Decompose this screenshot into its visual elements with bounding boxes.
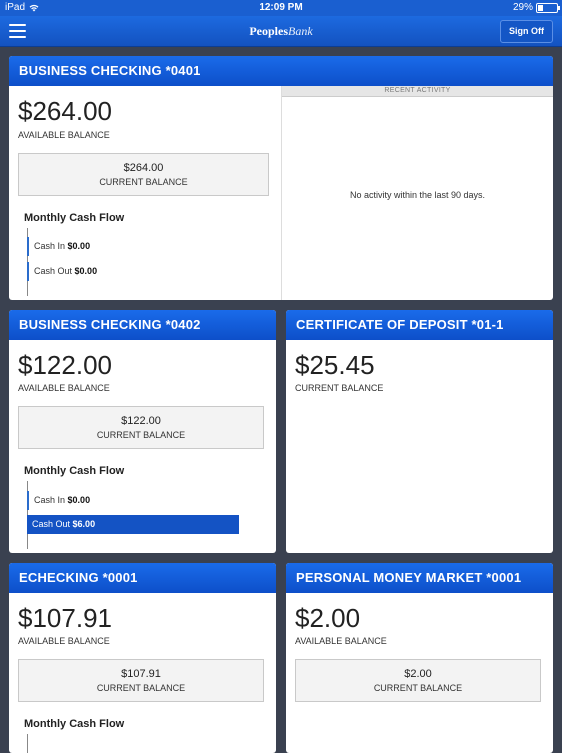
account-card-business-checking-0401[interactable]: BUSINESS CHECKING *0401 $264.00 AVAILABL… [9,56,553,300]
available-balance-amount: $264.00 [18,96,112,126]
available-balance-amount: $122.00 [18,350,112,380]
current-balance-box: $2.00 CURRENT BALANCE [295,659,541,702]
current-balance-label: CURRENT BALANCE [295,383,384,393]
recent-activity-header: RECENT ACTIVITY [282,86,553,97]
cash-flow-axis [27,734,28,753]
account-card-echecking-0001[interactable]: ECHECKING *0001 $107.91 AVAILABLE BALANC… [9,563,276,753]
cash-out-row: Cash Out $0.00 [27,262,97,281]
available-balance-label: AVAILABLE BALANCE [295,636,387,646]
clock: 12:09 PM [259,2,303,13]
available-balance-amount: $107.91 [18,603,112,633]
nav-bar: PeoplesBank Sign Off [0,16,562,47]
current-balance-box: $107.91 CURRENT BALANCE [18,659,264,702]
current-balance-amount: $25.45 [295,350,375,380]
status-bar: iPad 12:09 PM 29% [0,0,562,16]
account-title[interactable]: BUSINESS CHECKING *0402 [9,310,276,340]
available-balance-label: AVAILABLE BALANCE [18,130,110,140]
sign-off-button[interactable]: Sign Off [500,20,553,43]
current-balance-box: $264.00 CURRENT BALANCE [18,153,269,196]
current-balance-label: CURRENT BALANCE [373,683,463,693]
account-title[interactable]: BUSINESS CHECKING *0401 [9,56,553,86]
monthly-cash-flow-title: Monthly Cash Flow [24,465,125,477]
account-title[interactable]: PERSONAL MONEY MARKET *0001 [286,563,553,593]
current-balance-amount: $122.00 [121,415,161,427]
monthly-cash-flow-title: Monthly Cash Flow [24,212,125,224]
account-title[interactable]: CERTIFICATE OF DEPOSIT *01-1 [286,310,553,340]
available-balance-label: AVAILABLE BALANCE [18,383,110,393]
current-balance-amount: $107.91 [121,668,161,680]
current-balance-amount: $264.00 [123,162,164,174]
current-balance-label: CURRENT BALANCE [96,683,186,693]
current-balance-box: $122.00 CURRENT BALANCE [18,406,264,449]
monthly-cash-flow-title: Monthly Cash Flow [24,718,125,730]
recent-activity-panel: RECENT ACTIVITY No activity within the l… [281,86,553,300]
account-title[interactable]: ECHECKING *0001 [9,563,276,593]
brand-logo: PeoplesBank [249,24,313,38]
cash-in-row: Cash In $0.00 [27,491,90,510]
available-balance-amount: $2.00 [295,603,361,633]
battery-percent: 29% [512,2,533,13]
current-balance-label: CURRENT BALANCE [96,430,186,440]
account-card-certificate-of-deposit[interactable]: CERTIFICATE OF DEPOSIT *01-1 $25.45 CURR… [286,310,553,553]
current-balance-label: CURRENT BALANCE [99,177,188,187]
available-balance-label: AVAILABLE BALANCE [18,636,110,646]
account-card-personal-money-market-0001[interactable]: PERSONAL MONEY MARKET *0001 $2.00 AVAILA… [286,563,553,753]
no-activity-message: No activity within the last 90 days. [349,190,486,200]
battery-icon [536,2,560,13]
cash-in-row: Cash In $0.00 [27,237,90,256]
cash-out-bar: Cash Out $6.00 [27,515,239,534]
current-balance-amount: $2.00 [404,668,432,680]
account-card-business-checking-0402[interactable]: BUSINESS CHECKING *0402 $122.00 AVAILABL… [9,310,276,553]
